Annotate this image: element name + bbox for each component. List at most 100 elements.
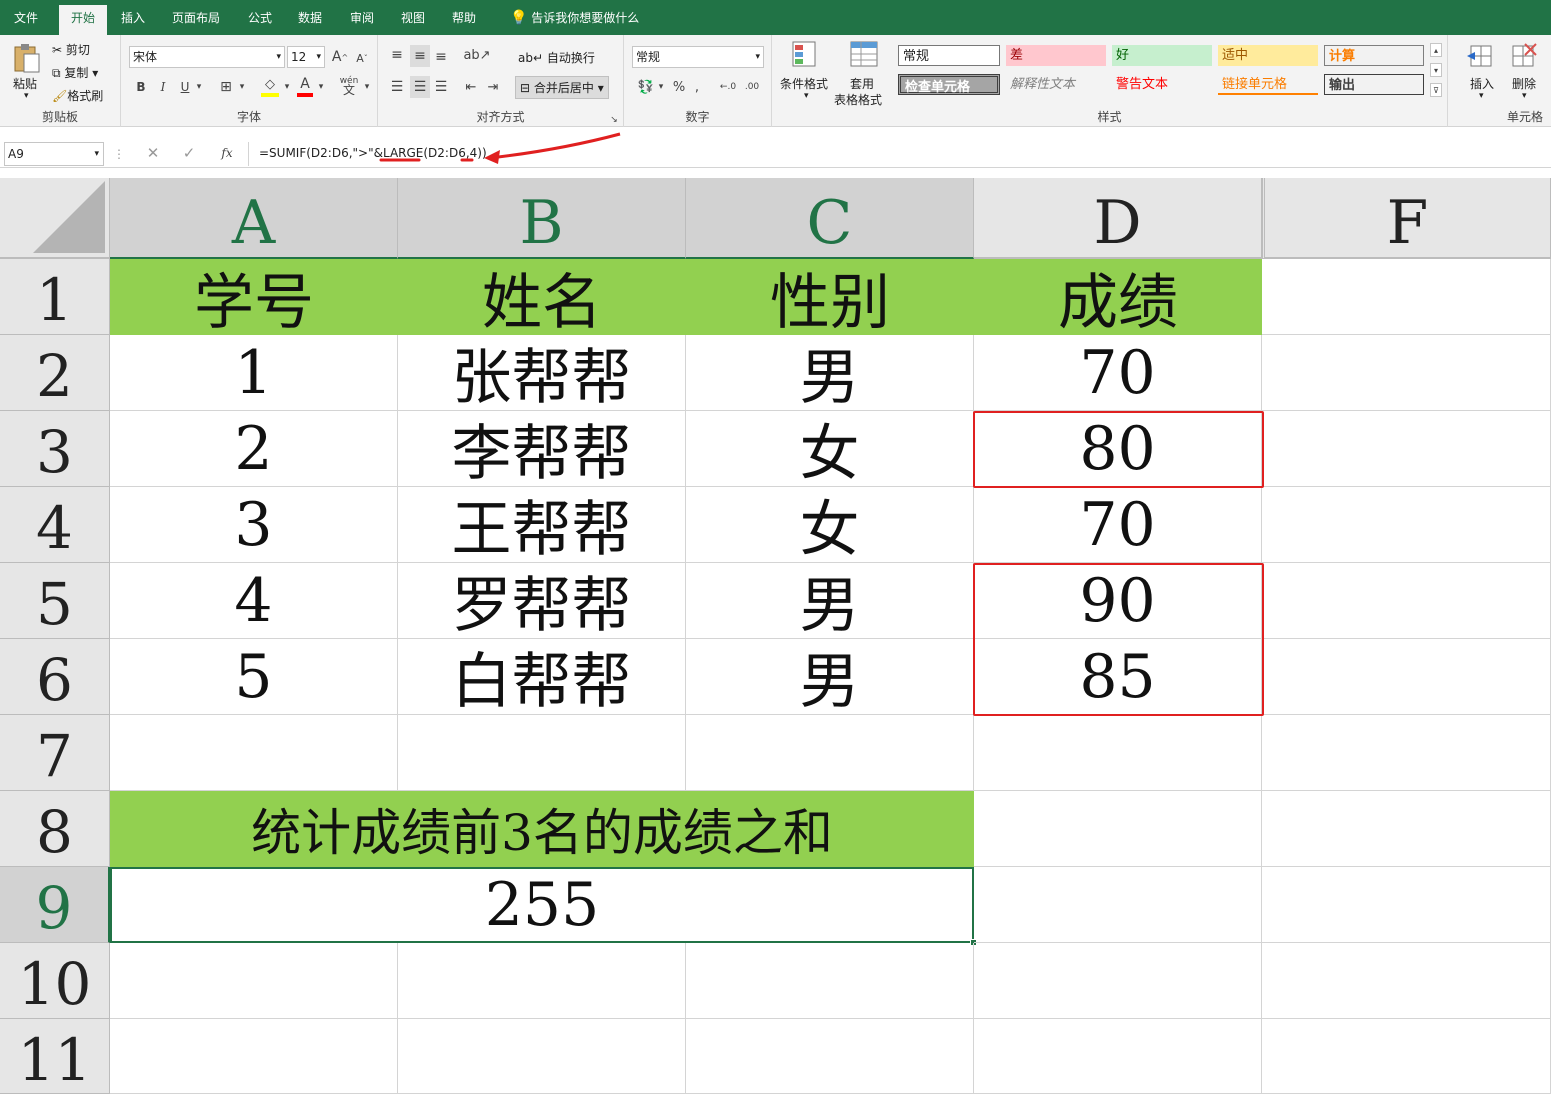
cell-d2[interactable]: 70 bbox=[974, 335, 1262, 411]
decrease-font-icon[interactable]: Aˇ bbox=[353, 49, 371, 67]
delete-button[interactable]: 删除 bbox=[1512, 75, 1536, 92]
delete-cells-icon[interactable] bbox=[1508, 41, 1538, 71]
cell-c4[interactable]: 女 bbox=[686, 487, 974, 565]
cell-c5[interactable]: 男 bbox=[686, 563, 974, 641]
insert-button[interactable]: 插入 bbox=[1470, 75, 1494, 92]
cell-f6[interactable] bbox=[1262, 639, 1551, 715]
conditional-format-icon[interactable] bbox=[790, 39, 820, 71]
style-linked-cell[interactable]: 链接单元格 bbox=[1218, 74, 1318, 95]
row-header-8[interactable]: 8 bbox=[0, 791, 110, 867]
cell-f5[interactable] bbox=[1262, 563, 1551, 639]
row-header-9[interactable]: 9 bbox=[0, 867, 110, 943]
cell-d4[interactable]: 70 bbox=[974, 487, 1262, 563]
underline-icon[interactable]: U bbox=[177, 77, 193, 97]
tab-page-layout[interactable]: 页面布局 bbox=[160, 0, 232, 35]
cell-f10[interactable] bbox=[1262, 943, 1551, 1019]
style-explanatory[interactable]: 解释性文本 bbox=[1006, 74, 1106, 95]
row-header-7[interactable]: 7 bbox=[0, 715, 110, 791]
borders-dropdown-icon[interactable]: ▾ bbox=[237, 77, 247, 97]
cell-b10[interactable] bbox=[398, 943, 686, 1019]
format-painter-button[interactable]: 🖌格式刷 bbox=[52, 87, 103, 104]
column-header-f[interactable]: F bbox=[1262, 178, 1551, 259]
font-color-icon[interactable]: A bbox=[297, 75, 313, 97]
cell-f7[interactable] bbox=[1262, 715, 1551, 791]
row-header-10[interactable]: 10 bbox=[0, 943, 110, 1019]
cell-f1[interactable] bbox=[1262, 259, 1551, 335]
cut-button[interactable]: ✂ 剪切 bbox=[52, 41, 90, 58]
formula-input[interactable]: =SUMIF(D2:D6,">"&LARGE(D2:D6,4)) bbox=[248, 142, 1548, 166]
copy-button[interactable]: ⧉ 复制 ▾ bbox=[52, 64, 98, 81]
align-left-icon[interactable]: ☰ bbox=[388, 77, 406, 97]
tab-view[interactable]: 视图 bbox=[389, 0, 437, 35]
cell-c1[interactable]: 性别 bbox=[686, 259, 974, 338]
cell-c7[interactable] bbox=[686, 715, 974, 791]
insert-cells-icon[interactable] bbox=[1466, 41, 1496, 71]
font-color-dropdown-icon[interactable]: ▾ bbox=[316, 77, 326, 97]
tab-home[interactable]: 开始 bbox=[59, 5, 108, 35]
italic-icon[interactable]: I bbox=[155, 77, 171, 97]
row-header-2[interactable]: 2 bbox=[0, 335, 110, 411]
fill-color-icon[interactable]: ◇ bbox=[261, 75, 279, 97]
column-header-c[interactable]: C bbox=[686, 178, 974, 259]
chevron-down-icon[interactable]: ▾ bbox=[1522, 91, 1527, 101]
cell-f2[interactable] bbox=[1262, 335, 1551, 411]
style-neutral[interactable]: 适中 bbox=[1218, 45, 1318, 66]
bold-icon[interactable]: B bbox=[133, 77, 149, 97]
increase-indent-icon[interactable]: ⇥ bbox=[484, 77, 502, 97]
insert-function-icon[interactable]: fx bbox=[216, 143, 238, 163]
row-header-11[interactable]: 11 bbox=[0, 1019, 110, 1094]
cell-c3[interactable]: 女 bbox=[686, 411, 974, 489]
cell-a7[interactable] bbox=[110, 715, 398, 791]
cell-b1[interactable]: 姓名 bbox=[398, 259, 686, 338]
row-header-6[interactable]: 6 bbox=[0, 639, 110, 715]
cell-b6[interactable]: 白帮帮 bbox=[398, 639, 686, 717]
style-bad[interactable]: 差 bbox=[1006, 45, 1106, 66]
cell-a2[interactable]: 1 bbox=[110, 335, 398, 411]
number-format-select[interactable]: 常规 ▾ bbox=[632, 46, 764, 68]
tab-review[interactable]: 审阅 bbox=[338, 0, 386, 35]
cell-c2[interactable]: 男 bbox=[686, 335, 974, 413]
summary-label-cell[interactable]: 统计成绩前3名的成绩之和 bbox=[110, 791, 974, 867]
increase-font-icon[interactable]: A ^ bbox=[331, 47, 349, 67]
table-format-label-1[interactable]: 套用 bbox=[850, 75, 874, 92]
percent-icon[interactable]: % bbox=[670, 77, 688, 97]
style-check-cell[interactable]: 检查单元格 bbox=[898, 74, 1000, 95]
cell-f9[interactable] bbox=[1262, 867, 1551, 943]
style-normal[interactable]: 常规 bbox=[898, 45, 1000, 66]
cell-a11[interactable] bbox=[110, 1019, 398, 1094]
chevron-down-icon[interactable]: ▾ bbox=[804, 91, 809, 101]
align-center-icon[interactable]: ☰ bbox=[410, 76, 430, 98]
cell-f8[interactable] bbox=[1262, 791, 1551, 867]
cell-a3[interactable]: 2 bbox=[110, 411, 398, 487]
phonetic-dropdown-icon[interactable]: ▾ bbox=[362, 77, 372, 97]
style-output[interactable]: 输出 bbox=[1324, 74, 1424, 95]
select-all-corner[interactable] bbox=[0, 178, 110, 259]
cell-f3[interactable] bbox=[1262, 411, 1551, 487]
cell-a5[interactable]: 4 bbox=[110, 563, 398, 639]
align-bottom-icon[interactable]: ≡ bbox=[432, 47, 450, 67]
style-calculation[interactable]: 计算 bbox=[1324, 45, 1424, 66]
align-top-icon[interactable]: ≡ bbox=[388, 45, 406, 65]
cell-c6[interactable]: 男 bbox=[686, 639, 974, 717]
orientation-icon[interactable]: ab↗ bbox=[463, 45, 490, 65]
font-size-select[interactable]: 12 ▾ bbox=[287, 46, 325, 68]
dialog-launcher-icon[interactable]: ↘ bbox=[609, 115, 619, 125]
row-header-3[interactable]: 3 bbox=[0, 411, 110, 487]
chevron-down-icon[interactable]: ▾ bbox=[1479, 91, 1484, 101]
tab-formulas[interactable]: 公式 bbox=[236, 0, 284, 35]
row-header-5[interactable]: 5 bbox=[0, 563, 110, 639]
enter-icon[interactable]: ✓ bbox=[179, 143, 199, 163]
wrap-text-button[interactable]: ab↵ 自动换行 bbox=[518, 49, 595, 66]
result-cell-a9[interactable]: 255 bbox=[110, 867, 974, 943]
cancel-icon[interactable]: ✕ bbox=[143, 143, 163, 163]
column-header-a[interactable]: A bbox=[110, 178, 398, 259]
accounting-icon[interactable]: 💱 bbox=[634, 77, 658, 97]
cell-f11[interactable] bbox=[1262, 1019, 1551, 1094]
row-header-4[interactable]: 4 bbox=[0, 487, 110, 563]
tab-file[interactable]: 文件 bbox=[2, 0, 50, 35]
cell-d11[interactable] bbox=[974, 1019, 1262, 1094]
paste-icon[interactable] bbox=[10, 41, 42, 75]
table-format-label-2[interactable]: 表格格式 bbox=[834, 91, 882, 108]
accounting-dropdown-icon[interactable]: ▾ bbox=[656, 77, 666, 97]
merge-center-button[interactable]: ⊟ 合并后居中 ▾ bbox=[515, 76, 609, 99]
